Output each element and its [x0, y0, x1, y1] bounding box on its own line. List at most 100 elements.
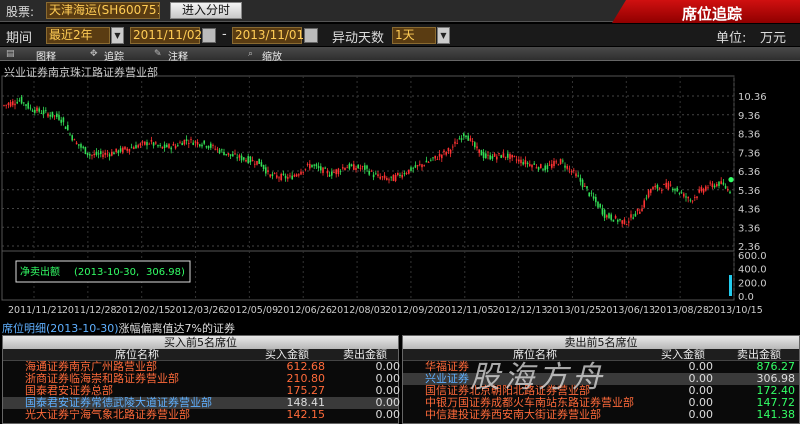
- candle-body: [166, 144, 168, 148]
- stock-input[interactable]: 天津海运(SH600751): [46, 2, 160, 19]
- candle-body: [454, 141, 456, 144]
- candle-body: [47, 113, 49, 117]
- candle-body: [146, 142, 148, 146]
- candle-body: [234, 153, 236, 155]
- chart-canvas[interactable]: 10.369.368.367.366.365.364.363.362.36600…: [0, 62, 800, 316]
- candle-body: [729, 191, 731, 194]
- candle-body: [379, 176, 381, 179]
- candle-body: [256, 160, 258, 165]
- candle-body: [359, 167, 362, 169]
- candle-body: [623, 219, 626, 225]
- candle-body: [317, 166, 320, 169]
- end-date-input[interactable]: 2013/11/01: [232, 27, 304, 44]
- price-tick-label: 4.36: [738, 205, 760, 216]
- candle-body: [504, 156, 507, 158]
- seat-name[interactable]: 光大证券宁海气象北路证券营业部: [25, 409, 190, 421]
- candle-body: [122, 147, 124, 153]
- menu-icon[interactable]: ▤: [6, 49, 18, 59]
- candle-body: [405, 173, 408, 174]
- candle-body: [364, 165, 366, 170]
- candle-body: [254, 163, 256, 165]
- candle-body: [273, 173, 276, 175]
- candle-body: [260, 162, 263, 167]
- x-tick-label: 2012/02/15: [116, 305, 171, 316]
- start-date-input[interactable]: 2011/11/02: [130, 27, 202, 44]
- candle-body: [300, 171, 302, 175]
- title-tab: 席位追踪: [612, 0, 800, 23]
- buy-amount: 0.00: [688, 408, 714, 421]
- candle-body: [577, 175, 579, 177]
- candle-body: [269, 174, 271, 177]
- note-tool[interactable]: 注释: [168, 48, 188, 63]
- candle-body: [544, 165, 546, 171]
- end-calendar-icon[interactable]: [304, 28, 318, 43]
- candle-body: [502, 153, 505, 158]
- period-dropdown-icon[interactable]: ▼: [111, 27, 124, 44]
- candle-body: [348, 163, 351, 169]
- seat-name[interactable]: 中信建投证券西安南大街证券营业部: [425, 409, 601, 421]
- candle-body: [353, 164, 355, 170]
- candle-body: [414, 165, 417, 168]
- stock-label: 股票:: [6, 5, 35, 19]
- candle-body: [249, 156, 252, 163]
- candle-body: [177, 145, 179, 147]
- candle-body: [509, 154, 511, 159]
- candle-body: [170, 147, 172, 150]
- table-row[interactable]: 中信建投证券西安南大街证券营业部 0.00 141.38: [403, 409, 799, 421]
- candle-body: [324, 167, 326, 169]
- candle-body: [337, 168, 340, 175]
- candle-body: [56, 113, 58, 118]
- candle-body: [632, 217, 634, 219]
- candle-body: [713, 185, 716, 188]
- candle-body: [243, 157, 245, 160]
- price-chart[interactable]: 兴业证券南京珠江路证券营业部 10.36 9.36 8.36 7.36 6.36 5.36…: [0, 62, 800, 316]
- abnormal-days-select[interactable]: 1天: [392, 27, 436, 44]
- trace-tool[interactable]: 追踪: [104, 48, 124, 63]
- x-tick-label: 2012/08/03: [331, 305, 386, 316]
- candle-body: [566, 166, 568, 169]
- candle-body: [590, 192, 593, 194]
- candle-body: [581, 179, 584, 188]
- candle-body: [12, 101, 14, 106]
- candle-body: [515, 159, 518, 161]
- candle-body: [718, 181, 720, 186]
- candle-body: [520, 159, 522, 164]
- trace-icon[interactable]: ✥: [90, 49, 102, 59]
- candle-body: [452, 146, 454, 148]
- candle-body: [724, 185, 727, 189]
- intraday-button[interactable]: 进入分时: [170, 2, 242, 19]
- candle-body: [311, 164, 313, 168]
- candle-body: [469, 138, 472, 141]
- x-tick-label: 2012/05/09: [223, 305, 278, 316]
- price-tick-label: 9.36: [738, 111, 760, 122]
- candle-body: [656, 184, 659, 189]
- zoom-icon[interactable]: ⌕: [248, 49, 260, 59]
- candle-body: [368, 171, 370, 175]
- abnormal-days-dropdown-icon[interactable]: ▼: [437, 27, 450, 44]
- zoom-tool[interactable]: 缩放: [262, 48, 282, 63]
- candle-body: [133, 147, 135, 150]
- candle-body: [610, 214, 612, 220]
- net-sell-bar: [729, 275, 732, 296]
- candle-body: [720, 181, 722, 184]
- candle-body: [445, 152, 447, 155]
- note-icon[interactable]: ✎: [154, 49, 166, 59]
- candle-body: [645, 197, 648, 199]
- net-sell-label: 净卖出额: [20, 265, 60, 278]
- candle-body: [707, 187, 709, 189]
- amount-tick-label: 600.0: [738, 251, 767, 262]
- candle-body: [465, 135, 467, 138]
- candle-body: [106, 153, 109, 155]
- candle-body: [38, 108, 40, 112]
- candle-body: [625, 224, 628, 226]
- start-calendar-icon[interactable]: [202, 28, 216, 43]
- table-row[interactable]: 光大证券宁海气象北路证券营业部 142.15 0.00: [3, 409, 400, 421]
- candle-body: [108, 154, 111, 157]
- candle-body: [73, 139, 76, 141]
- period-select[interactable]: 最近2年: [46, 27, 110, 44]
- candle-body: [67, 125, 69, 131]
- candle-body: [370, 170, 373, 172]
- candle-body: [375, 173, 377, 175]
- candle-body: [480, 150, 483, 156]
- annotation-tool[interactable]: 图释: [36, 48, 56, 63]
